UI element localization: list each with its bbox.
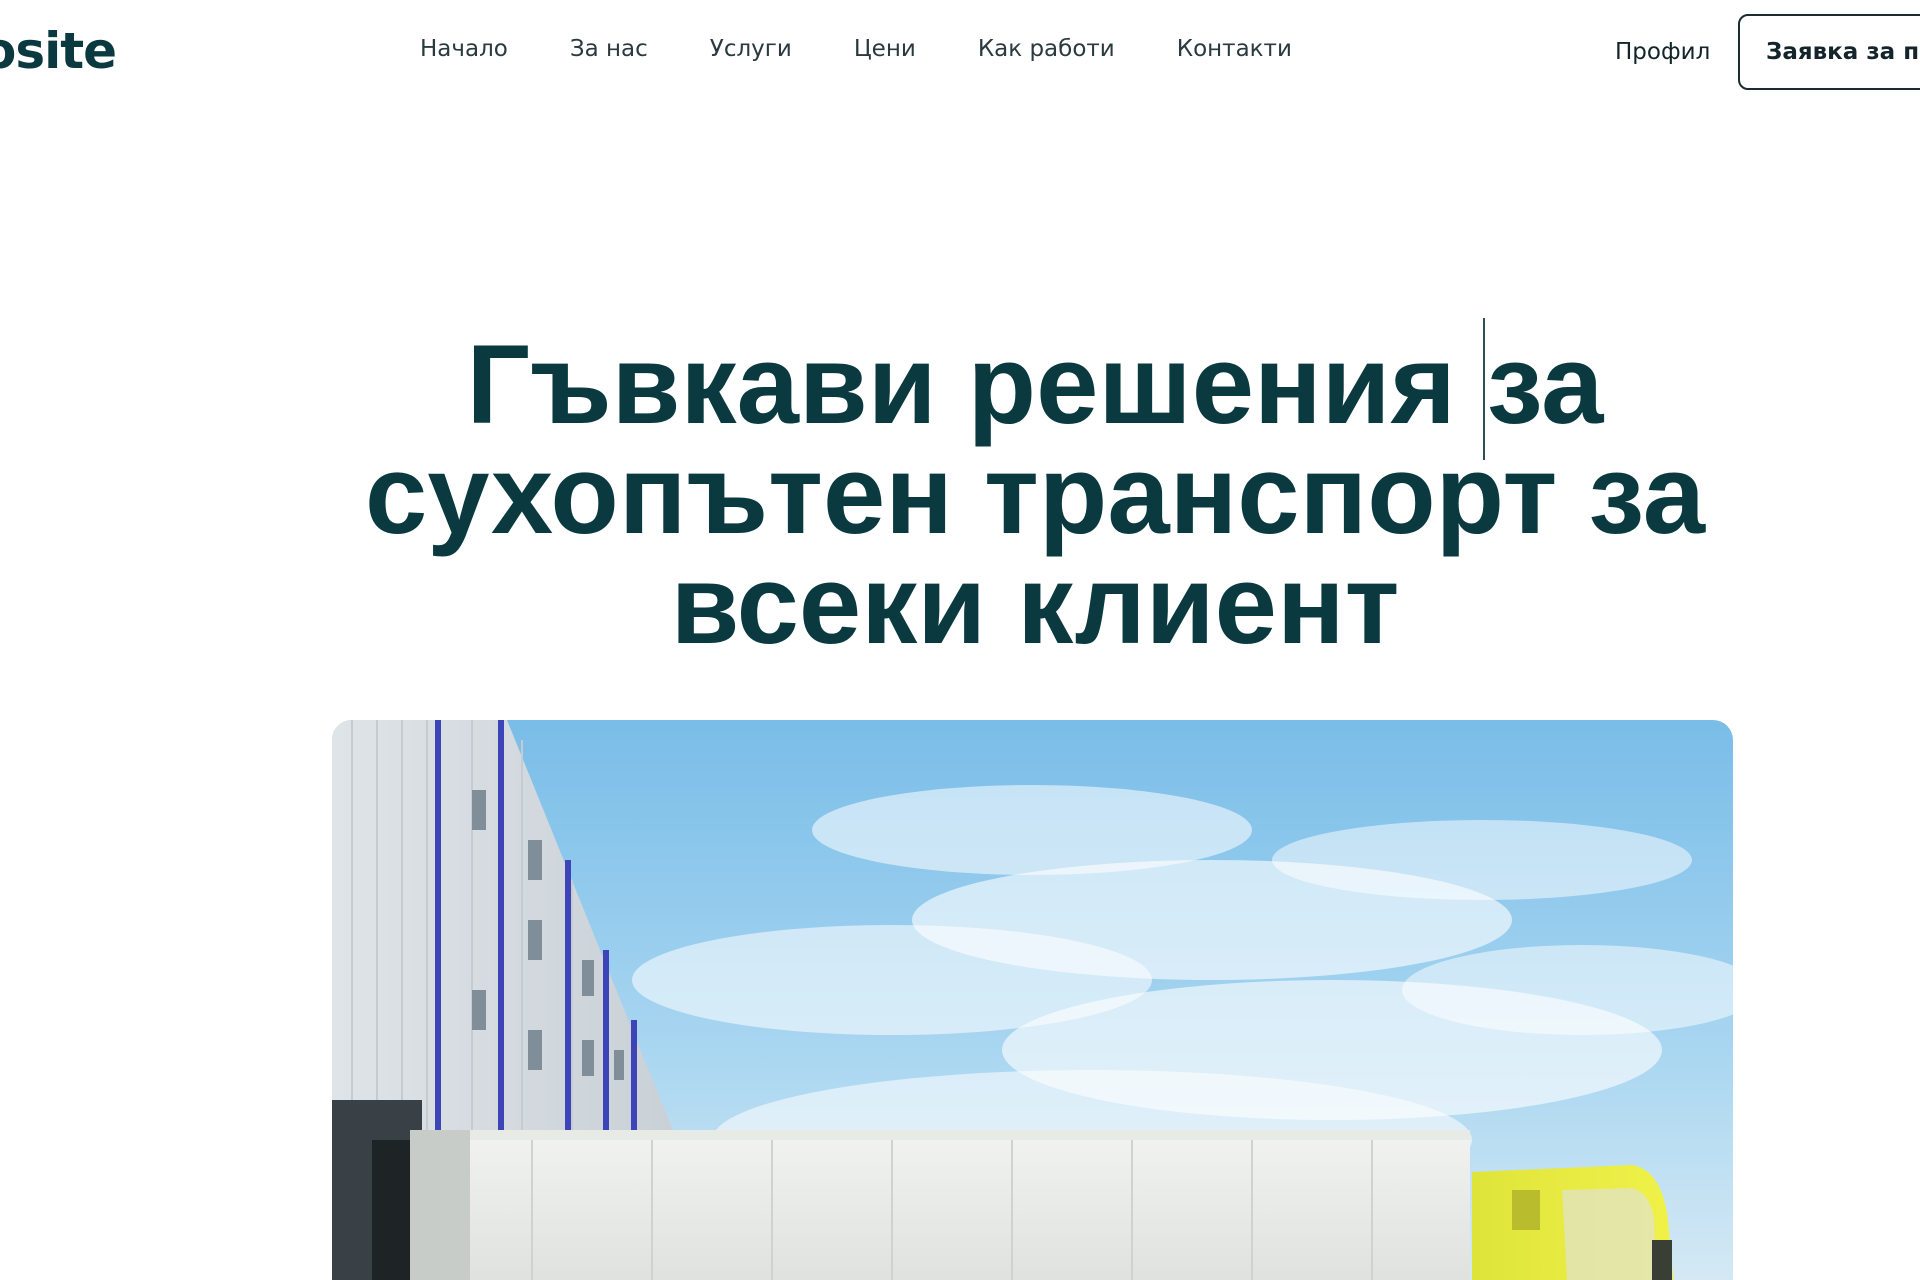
nav-item-pricing[interactable]: Цени (854, 36, 916, 62)
text-cursor (1483, 318, 1485, 460)
profile-link[interactable]: Профил (1615, 39, 1710, 65)
nav-item-contacts[interactable]: Контакти (1177, 36, 1292, 62)
nav-item-how-it-works[interactable]: Как работи (978, 36, 1115, 62)
hero-image (332, 720, 1733, 1280)
page: osite Начало За нас Услуги Цени Как рабо… (0, 0, 1920, 1280)
hero-title-line-1: Гъвкави решения за (466, 322, 1604, 447)
request-quote-button[interactable]: Заявка за пр (1738, 14, 1920, 90)
hero-title-line-3: всеки клиент (670, 542, 1400, 667)
truck-at-warehouse-photo (332, 720, 1733, 1280)
main-nav: Начало За нас Услуги Цени Как работи Кон… (420, 36, 1354, 62)
site-header: osite Начало За нас Услуги Цени Как рабо… (0, 0, 1920, 108)
hero-title: Гъвкави решения за сухопътен транспорт з… (240, 329, 1830, 661)
hero-title-line-2: сухопътен транспорт за (364, 432, 1705, 557)
nav-item-services[interactable]: Услуги (710, 36, 792, 62)
nav-item-home[interactable]: Начало (420, 36, 508, 62)
site-logo[interactable]: osite (0, 22, 117, 80)
nav-item-about[interactable]: За нас (570, 36, 648, 62)
